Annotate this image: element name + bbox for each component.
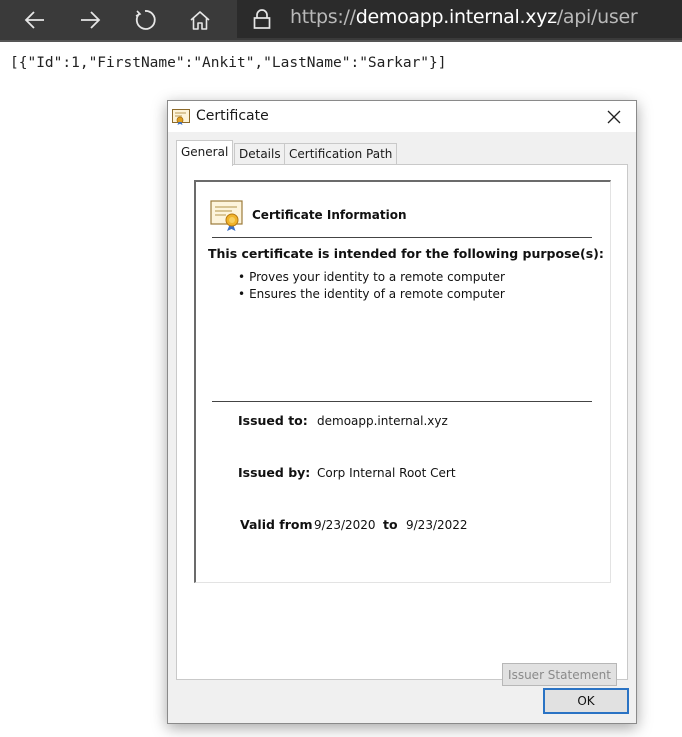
purpose-text: Ensures the identity of a remote compute… <box>249 287 505 301</box>
refresh-button[interactable] <box>127 2 163 38</box>
valid-to-value: 9/23/2022 <box>406 518 468 532</box>
valid-to-label: to <box>383 517 398 532</box>
close-icon <box>607 110 621 123</box>
dialog-title: Certificate <box>196 108 269 124</box>
back-arrow-icon <box>24 11 44 29</box>
tab-details[interactable]: Details <box>234 143 286 165</box>
browser-toolbar: https://demoapp.internal.xyz/api/user <box>0 0 682 42</box>
list-item: • Ensures the identity of a remote comput… <box>238 286 505 303</box>
forward-arrow-icon <box>81 11 101 29</box>
general-tab-panel: Certificate Information This certificate… <box>176 164 628 686</box>
close-button[interactable] <box>592 101 636 132</box>
certificate-info-heading: Certificate Information <box>252 208 407 222</box>
home-icon <box>190 11 210 30</box>
purpose-list: • Proves your identity to a remote comput… <box>238 269 505 303</box>
valid-from-label: Valid from <box>240 517 313 532</box>
divider <box>212 237 592 238</box>
back-button[interactable] <box>17 2 53 38</box>
issuer-statement-button[interactable]: Issuer Statement <box>502 663 617 686</box>
bullet: • <box>238 287 246 301</box>
issued-by-label: Issued by: <box>238 465 311 480</box>
issued-by-value: Corp Internal Root Cert <box>317 466 456 480</box>
purpose-text: Proves your identity to a remote compute… <box>249 270 505 284</box>
url-scheme: https:// <box>290 6 356 28</box>
issued-to-label: Issued to: <box>238 413 308 428</box>
divider <box>212 401 592 402</box>
tab-certification-path[interactable]: Certification Path <box>284 143 398 165</box>
issued-to-value: demoapp.internal.xyz <box>317 414 448 428</box>
home-button[interactable] <box>182 2 218 38</box>
bullet: • <box>238 270 246 284</box>
ok-button[interactable]: OK <box>543 688 629 714</box>
valid-from-value: 9/23/2020 <box>314 518 376 532</box>
purpose-heading: This certificate is intended for the fol… <box>208 246 604 261</box>
certificate-info-icon <box>210 200 243 231</box>
address-bar[interactable]: https://demoapp.internal.xyz/api/user <box>237 0 682 38</box>
lock-icon[interactable] <box>251 8 273 30</box>
url-path: /api/user <box>556 6 638 28</box>
url-text[interactable]: https://demoapp.internal.xyz/api/user <box>290 6 638 28</box>
json-response-text: [{"Id":1,"FirstName":"Ankit","LastName":… <box>10 55 447 71</box>
list-item: • Proves your identity to a remote comput… <box>238 269 505 286</box>
refresh-icon <box>135 10 156 30</box>
url-host: demoapp.internal.xyz <box>355 6 557 28</box>
tab-general[interactable]: General <box>176 140 234 166</box>
certificate-dialog: Certificate General Details Certificatio… <box>167 100 637 724</box>
certificate-icon <box>172 109 190 125</box>
forward-button[interactable] <box>72 2 108 38</box>
certificate-info-box: Certificate Information This certificate… <box>194 180 611 583</box>
dialog-titlebar[interactable]: Certificate <box>168 101 636 132</box>
